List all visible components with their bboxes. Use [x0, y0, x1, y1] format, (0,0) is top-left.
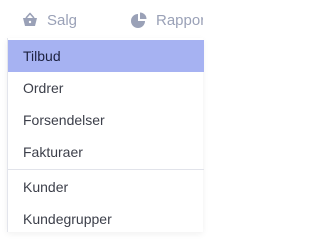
- menu-item-label: Ordrer: [23, 80, 64, 96]
- nav-item-rapportering[interactable]: Rapportering: [131, 9, 203, 31]
- nav-item-salg[interactable]: Salg: [22, 9, 77, 31]
- top-navigation: Salg Rapportering: [0, 0, 203, 38]
- menu-item-label: Fakturaer: [23, 144, 83, 160]
- basket-icon: [22, 12, 38, 28]
- menu-divider: [8, 169, 204, 170]
- menu-item-tilbud[interactable]: Tilbud: [8, 40, 204, 72]
- menu-item-kundegrupper[interactable]: Kundegrupper: [8, 203, 204, 235]
- nav-label-rapportering: Rapportering: [156, 11, 203, 29]
- pie-chart-icon: [131, 12, 147, 28]
- menu-item-kunder[interactable]: Kunder: [8, 171, 204, 203]
- sales-dropdown-menu: Tilbud Ordrer Forsendelser Fakturaer Kun…: [7, 38, 204, 235]
- menu-item-label: Kunder: [23, 179, 69, 195]
- menu-item-fakturaer[interactable]: Fakturaer: [8, 136, 204, 168]
- menu-item-ordrer[interactable]: Ordrer: [8, 72, 204, 104]
- menu-item-forsendelser[interactable]: Forsendelser: [8, 104, 204, 136]
- nav-label-salg: Salg: [47, 11, 78, 29]
- menu-item-label: Forsendelser: [23, 112, 105, 128]
- menu-item-label: Kundegrupper: [23, 211, 112, 227]
- menu-item-label: Tilbud: [23, 48, 61, 64]
